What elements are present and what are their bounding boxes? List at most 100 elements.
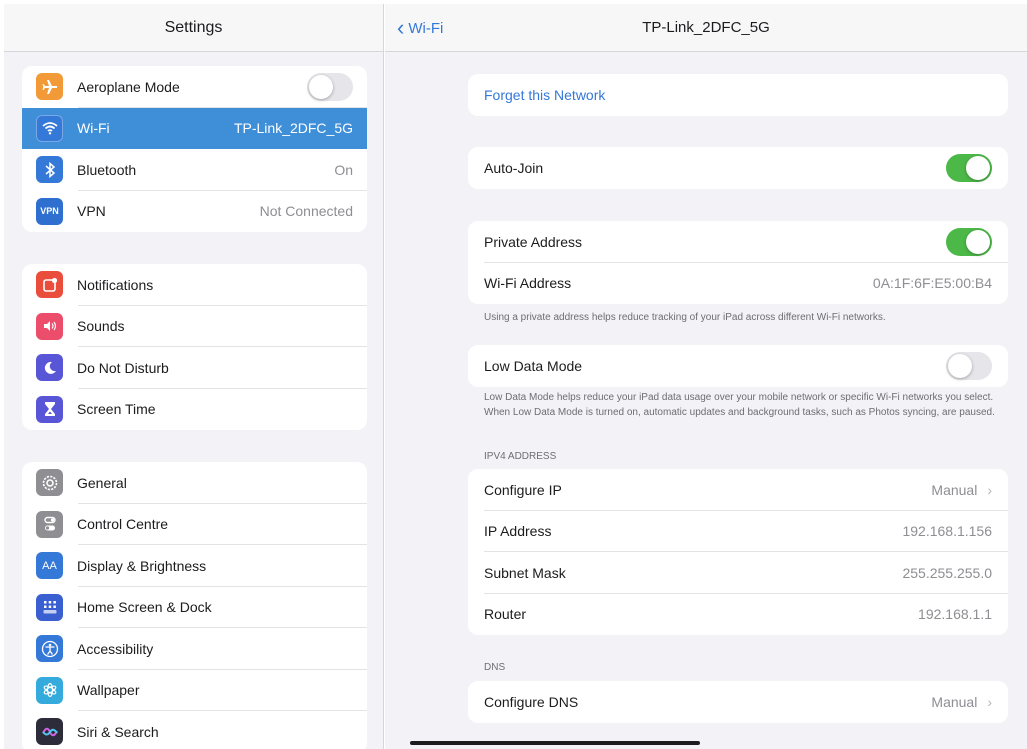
wifi-address-label: Wi-Fi Address xyxy=(484,275,572,292)
back-button[interactable]: ‹ Wi-Fi xyxy=(397,4,443,52)
sounds-icon xyxy=(36,312,63,340)
router-row: Router 192.168.1.1 xyxy=(468,594,1008,636)
vpn-value: Not Connected xyxy=(259,203,353,220)
router-label: Router xyxy=(484,606,527,623)
sidebar-item-label: Control Centre xyxy=(77,516,169,533)
sidebar-item-siri-search[interactable]: Siri & Search xyxy=(22,711,367,749)
auto-join-label: Auto-Join xyxy=(484,159,544,176)
sidebar-group-notifications: Notifications Sounds Do Not Disturb Scre… xyxy=(22,264,367,430)
subnet-mask-value: 255.255.255.0 xyxy=(902,564,992,581)
bluetooth-value: On xyxy=(334,161,353,178)
sidebar-group-connectivity: Aeroplane Mode Wi-Fi TP-Link_2DFC_5G Blu… xyxy=(22,66,367,232)
sidebar-item-label: Do Not Disturb xyxy=(77,359,169,376)
chevron-right-icon: › xyxy=(987,481,992,498)
private-address-group: Private Address Wi-Fi Address 0A:1F:6F:E… xyxy=(468,221,1008,304)
low-data-label: Low Data Mode xyxy=(484,357,583,374)
ip-address-row: IP Address 192.168.1.156 xyxy=(468,511,1008,552)
sidebar-item-label: Screen Time xyxy=(77,401,156,418)
toggle-knob xyxy=(966,155,990,180)
forget-network-label: Forget this Network xyxy=(484,86,606,103)
hourglass-icon xyxy=(36,395,63,423)
configure-ip-label: Configure IP xyxy=(484,481,562,498)
configure-ip-value: Manual xyxy=(931,481,978,498)
sidebar-item-wifi[interactable]: Wi-Fi TP-Link_2DFC_5G xyxy=(22,107,367,149)
ipv4-section-header: IPV4 ADDRESS xyxy=(484,451,557,462)
sidebar-item-label: Sounds xyxy=(77,318,125,335)
detail-header: ‹ Wi-Fi TP-Link_2DFC_5G xyxy=(385,4,1027,52)
low-data-group: Low Data Mode xyxy=(468,345,1008,387)
sidebar-item-label: VPN xyxy=(77,203,106,220)
private-address-note: Using a private address helps reduce tra… xyxy=(484,312,886,323)
sidebar-item-aeroplane-mode[interactable]: Aeroplane Mode xyxy=(22,66,367,108)
sidebar-item-notifications[interactable]: Notifications xyxy=(22,264,367,306)
home-screen-icon xyxy=(36,593,63,621)
ip-address-label: IP Address xyxy=(484,523,552,540)
sidebar-item-control-centre[interactable]: Control Centre xyxy=(22,504,367,545)
configure-ip-row[interactable]: Configure IP Manual › xyxy=(468,469,1008,511)
sidebar-item-vpn[interactable]: VPN VPN Not Connected xyxy=(22,191,367,233)
display-icon: AA xyxy=(36,552,63,580)
toggle-knob xyxy=(966,229,990,254)
back-label: Wi-Fi xyxy=(408,19,444,37)
network-detail-pane: ‹ Wi-Fi TP-Link_2DFC_5G Forget this Netw… xyxy=(385,4,1027,749)
private-address-row: Private Address xyxy=(468,221,1008,263)
sidebar-item-label: General xyxy=(77,474,127,491)
sidebar-item-display-brightness[interactable]: AA Display & Brightness xyxy=(22,545,367,587)
subnet-mask-row: Subnet Mask 255.255.255.0 xyxy=(468,552,1008,594)
sidebar-item-label: Home Screen & Dock xyxy=(77,599,212,616)
ipv4-group: Configure IP Manual › IP Address 192.168… xyxy=(468,469,1008,635)
sidebar-item-wallpaper[interactable]: Wallpaper xyxy=(22,670,367,711)
sidebar-item-label: Accessibility xyxy=(77,640,154,657)
chevron-left-icon: ‹ xyxy=(397,15,405,40)
router-value: 192.168.1.1 xyxy=(918,606,992,623)
notifications-icon xyxy=(36,271,63,299)
sidebar-item-label: Siri & Search xyxy=(77,723,159,740)
auto-join-row: Auto-Join xyxy=(468,147,1008,189)
dns-section-header: DNS xyxy=(484,662,506,673)
sidebar-item-sounds[interactable]: Sounds xyxy=(22,306,367,347)
sidebar-item-label: Notifications xyxy=(77,276,154,293)
sidebar-group-general: General Control Centre AA Display & Brig… xyxy=(22,462,367,749)
siri-icon xyxy=(36,718,63,746)
page-title: TP-Link_2DFC_5G xyxy=(642,19,770,36)
airplane-icon xyxy=(36,73,63,101)
wifi-address-value: 0A:1F:6F:E5:00:B4 xyxy=(872,275,992,292)
configure-dns-value: Manual xyxy=(931,693,978,710)
low-data-toggle[interactable] xyxy=(946,351,992,380)
private-address-toggle[interactable] xyxy=(946,227,992,256)
sidebar-item-screen-time[interactable]: Screen Time xyxy=(22,389,367,431)
toggle-knob xyxy=(309,74,333,99)
settings-sidebar: Settings Aeroplane Mode Wi-Fi TP-Link_2D… xyxy=(4,4,384,749)
control-centre-icon xyxy=(36,510,63,538)
accessibility-icon xyxy=(36,635,63,663)
wifi-network-value: TP-Link_2DFC_5G xyxy=(233,120,353,137)
subnet-mask-label: Subnet Mask xyxy=(484,564,566,581)
low-data-note: Low Data Mode helps reduce your iPad dat… xyxy=(484,392,995,418)
sidebar-item-label: Display & Brightness xyxy=(77,557,207,574)
wallpaper-icon xyxy=(36,676,63,704)
sidebar-item-accessibility[interactable]: Accessibility xyxy=(22,628,367,670)
sidebar-item-do-not-disturb[interactable]: Do Not Disturb xyxy=(22,347,367,389)
wifi-address-row: Wi-Fi Address 0A:1F:6F:E5:00:B4 xyxy=(468,263,1008,305)
chevron-right-icon: › xyxy=(987,693,992,710)
sidebar-item-label: Aeroplane Mode xyxy=(77,78,180,95)
home-indicator[interactable] xyxy=(410,741,700,745)
ip-address-value: 192.168.1.156 xyxy=(902,523,992,540)
moon-icon xyxy=(36,354,63,382)
gear-icon xyxy=(36,469,63,497)
sidebar-item-label: Wi-Fi xyxy=(77,120,110,137)
aeroplane-mode-toggle[interactable] xyxy=(307,72,353,101)
auto-join-toggle[interactable] xyxy=(946,153,992,182)
configure-dns-row[interactable]: Configure DNS Manual › xyxy=(468,681,1008,723)
configure-dns-label: Configure DNS xyxy=(484,693,579,710)
sidebar-item-home-screen-dock[interactable]: Home Screen & Dock xyxy=(22,587,367,628)
wifi-icon xyxy=(36,114,63,142)
bluetooth-icon xyxy=(36,156,63,184)
forget-network-button[interactable]: Forget this Network xyxy=(468,74,1008,116)
sidebar-item-general[interactable]: General xyxy=(22,462,367,504)
sidebar-item-bluetooth[interactable]: Bluetooth On xyxy=(22,149,367,191)
toggle-knob xyxy=(948,353,972,378)
auto-join-group: Auto-Join xyxy=(468,147,1008,189)
sidebar-item-label: Wallpaper xyxy=(77,682,140,699)
dns-group: Configure DNS Manual › xyxy=(468,681,1008,723)
